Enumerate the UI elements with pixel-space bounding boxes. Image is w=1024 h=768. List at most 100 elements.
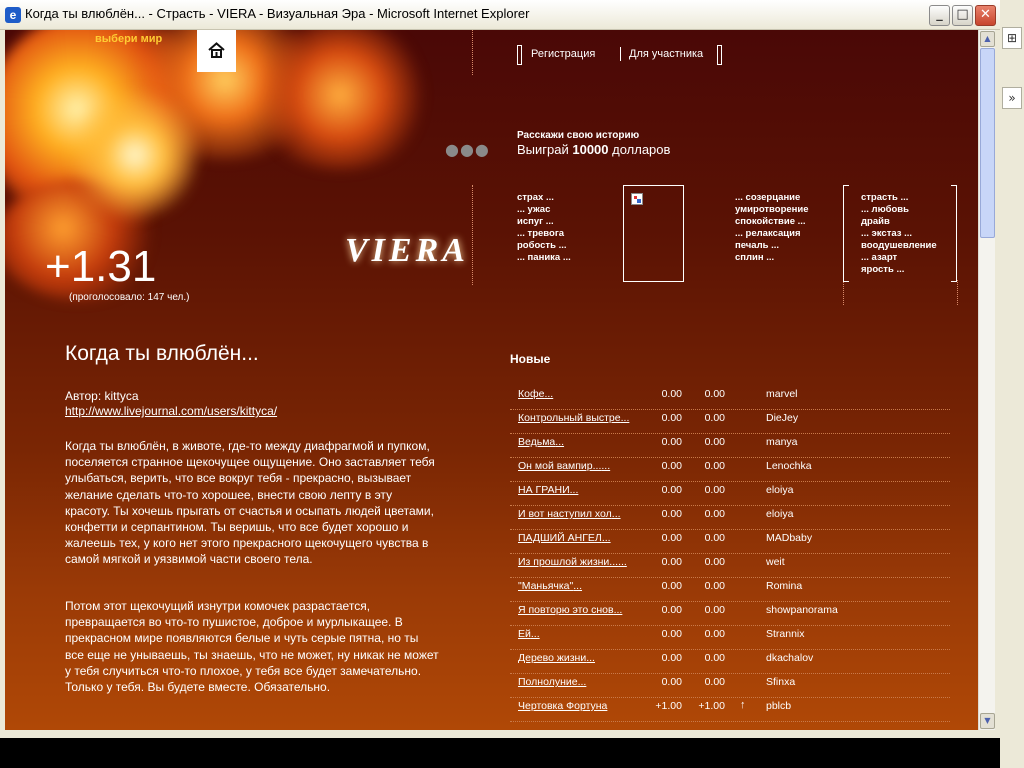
emotion-item[interactable]: ... азарт	[861, 252, 937, 264]
list-item: Ей... 0.00 0.00 Strannix	[510, 626, 950, 650]
list-item: Ведьма... 0.00 0.00 manya	[510, 434, 950, 458]
promo-amount: 10000	[572, 142, 609, 157]
story-author: marvel	[766, 388, 798, 400]
emotion-item[interactable]: ... релаксация	[735, 228, 809, 240]
rating-b: 0.00	[704, 580, 725, 592]
story-author: Lenochka	[766, 460, 812, 472]
rating-a: 0.00	[661, 436, 682, 448]
emotion-item[interactable]: ярость ...	[861, 264, 937, 276]
emotion-item[interactable]: ... созерцание	[735, 192, 809, 204]
promo-headline[interactable]: Выиграй 10000 долларов	[517, 142, 670, 157]
rating-b: 0.00	[704, 556, 725, 568]
choose-world-link[interactable]: выбери мир	[95, 33, 162, 45]
story-author: eloiya	[766, 484, 794, 496]
story-link[interactable]: Из прошлой жизни......	[518, 556, 638, 568]
home-icon	[208, 42, 225, 58]
rating-a: 0.00	[661, 484, 682, 496]
list-item: Дерево жизни... 0.00 0.00 dkachalov	[510, 650, 950, 674]
minimize-button[interactable]: _	[929, 5, 950, 26]
rating-a: 0.00	[661, 676, 682, 688]
story-author: Romina	[766, 580, 803, 592]
emotion-image-box[interactable]	[623, 185, 684, 282]
rating-a: 0.00	[661, 460, 682, 472]
promo-text[interactable]: Расскажи свою историю	[517, 130, 639, 141]
window-titlebar: e Когда ты влюблён... - Страсть - VIERA …	[0, 0, 1000, 30]
story-link[interactable]: Дерево жизни...	[518, 652, 638, 664]
rating-a: 0.00	[661, 532, 682, 544]
ie-icon: e	[5, 7, 21, 23]
emotion-item[interactable]: спокойствие ...	[735, 216, 809, 228]
emotion-item[interactable]: воодушевление	[861, 240, 937, 252]
story-link[interactable]: НА ГРАНИ...	[518, 484, 638, 496]
story-author: eloiya	[766, 508, 794, 520]
emotion-item[interactable]: страсть ...	[861, 192, 937, 204]
emotion-item[interactable]: робость ...	[517, 240, 571, 252]
story-author: DieJey	[766, 412, 799, 424]
rating-b: 0.00	[704, 412, 725, 424]
story-link[interactable]: Ведьма...	[518, 436, 638, 448]
vertical-scrollbar[interactable]: ▲ ▼	[978, 30, 995, 730]
story-link[interactable]: Ей...	[518, 628, 638, 640]
emotion-item[interactable]: умиротворение	[735, 204, 809, 216]
scrollbar-thumb[interactable]	[980, 48, 995, 238]
story-author: Sfinxa	[766, 676, 796, 688]
more-dots-icon[interactable]: ●●●	[445, 140, 490, 159]
emotion-item[interactable]: ... тревога	[517, 228, 571, 240]
promo-prefix: Выиграй	[517, 142, 573, 157]
rating-a: 0.00	[661, 412, 682, 424]
list-item: Я повторю это снов... 0.00 0.00 showpanoram…	[510, 602, 950, 626]
story-link[interactable]: Он мой вампир......	[518, 460, 638, 472]
emotion-item[interactable]: ... ужас	[517, 204, 571, 216]
divider	[957, 280, 958, 305]
page-viewport: выбери мир VIERA +1.31 (проголосовало: 1…	[5, 30, 978, 730]
story-link[interactable]: "Маньячка"...	[518, 580, 638, 592]
divider	[843, 280, 844, 305]
story-link[interactable]: Полнолуние...	[518, 676, 638, 688]
browser-frame: выбери мир VIERA +1.31 (проголосовало: 1…	[0, 30, 1000, 738]
rating-b: 0.00	[704, 508, 725, 520]
rating-b: 0.00	[704, 532, 725, 544]
rating-b: 0.00	[704, 676, 725, 688]
emotion-item[interactable]: ... паника ...	[517, 252, 571, 264]
list-item: НА ГРАНИ... 0.00 0.00 eloiya	[510, 482, 950, 506]
story-link[interactable]: ПАДШИЙ АНГЕЛ...	[518, 532, 638, 544]
emotion-item[interactable]: печаль ...	[735, 240, 809, 252]
story-link[interactable]: Я повторю это снов...	[518, 604, 638, 616]
story-link[interactable]: Контрольный выстре...	[518, 412, 638, 424]
close-button[interactable]: ✕	[975, 5, 996, 26]
scroll-up-button[interactable]: ▲	[980, 31, 995, 47]
register-link[interactable]: Регистрация	[531, 48, 595, 60]
new-stories-list: Кофе... 0.00 0.00 marvel Контрольный выстре…	[510, 386, 950, 722]
member-link[interactable]: Для участника	[629, 48, 703, 60]
article-paragraph: Когда ты влюблён, в животе, где-то между…	[65, 439, 435, 567]
link-separator	[620, 47, 621, 61]
emotion-item[interactable]: страх ...	[517, 192, 571, 204]
maximize-button[interactable]: □	[952, 5, 973, 26]
emotions-calm-column: ... созерцание умиротворение спокойствие…	[735, 192, 809, 264]
rating-b: 0.00	[704, 652, 725, 664]
story-author: manya	[766, 436, 798, 448]
emotion-item[interactable]: ... экстаз ...	[861, 228, 937, 240]
article-title: Когда ты влюблён...	[65, 342, 259, 365]
story-link[interactable]: Кофе...	[518, 388, 638, 400]
emotion-item[interactable]: испуг ...	[517, 216, 571, 228]
story-link[interactable]: Чертовка Фортуна	[518, 700, 638, 712]
windows-logo-icon: ⊞	[1002, 27, 1022, 49]
emotion-item[interactable]: сплин ...	[735, 252, 809, 264]
story-author: Strannix	[766, 628, 805, 640]
emotion-item[interactable]: ... любовь	[861, 204, 937, 216]
author-link[interactable]: http://www.livejournal.com/users/kittyca…	[65, 404, 277, 418]
bracket-left	[517, 45, 522, 65]
story-link[interactable]: И вот наступил хол...	[518, 508, 638, 520]
home-button[interactable]	[197, 30, 236, 72]
list-item: Из прошлой жизни...... 0.00 0.00 weit	[510, 554, 950, 578]
list-item: "Маньячка"... 0.00 0.00 Romina	[510, 578, 950, 602]
scroll-down-button[interactable]: ▼	[980, 713, 995, 729]
chevron-right-icon[interactable]: »	[1002, 87, 1022, 109]
rating-a: 0.00	[661, 604, 682, 616]
list-item: Полнолуние... 0.00 0.00 Sfinxa	[510, 674, 950, 698]
bracket-right	[717, 45, 722, 65]
article-paragraph: Потом этот щекочущий изнутри комочек раз…	[65, 599, 439, 695]
emotion-item[interactable]: драйв	[861, 216, 937, 228]
list-item: И вот наступил хол... 0.00 0.00 eloiya	[510, 506, 950, 530]
